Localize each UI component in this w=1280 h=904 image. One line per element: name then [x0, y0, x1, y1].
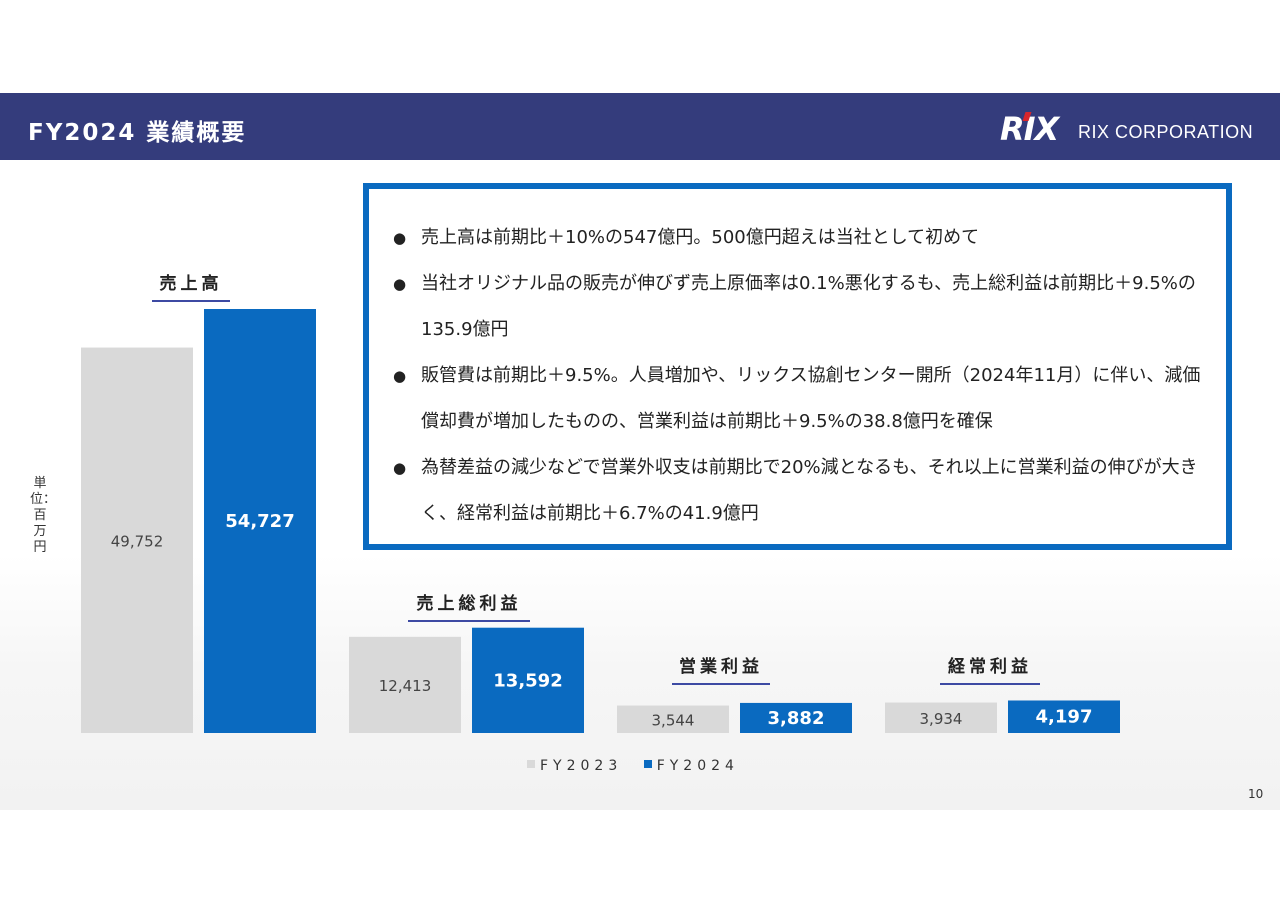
legend-item-fy2024: FY2024 — [643, 758, 739, 774]
chart-legend: FY2023 FY2024 — [527, 758, 751, 774]
legend-item-fy2023: FY2023 — [527, 758, 622, 774]
data-label-ordinary-profit-fy2023: 3,934 — [920, 710, 963, 728]
legend-swatch-fy2024 — [643, 760, 652, 768]
page-number: 10 — [1248, 787, 1264, 801]
data-label-operating-profit-fy2024: 3,882 — [768, 708, 825, 729]
data-label-sales-fy2023: 49,752 — [111, 532, 164, 550]
data-label-operating-profit-fy2023: 3,544 — [652, 711, 695, 729]
data-label-sales-fy2024: 54,727 — [225, 511, 294, 532]
data-label-gross-profit-fy2023: 12,413 — [379, 677, 432, 695]
legend-label-fy2023: FY2023 — [540, 758, 623, 774]
legend-swatch-fy2023 — [527, 760, 535, 768]
legend-label-fy2024: FY2024 — [656, 758, 739, 774]
data-label-ordinary-profit-fy2024: 4,197 — [1036, 707, 1093, 728]
data-label-gross-profit-fy2024: 13,592 — [493, 670, 562, 691]
